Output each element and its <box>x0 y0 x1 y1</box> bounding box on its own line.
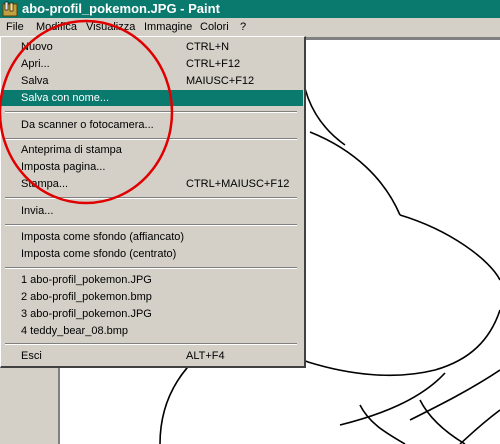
menu-item-sfondo-centrato[interactable]: Imposta come sfondo (centrato) <box>1 246 303 262</box>
menu-visualizza[interactable]: Visualizza <box>86 21 135 33</box>
menu-item-label: Salva con nome... <box>21 92 110 104</box>
menu-bar: File Modifica Visualizza Immagine Colori… <box>0 18 500 38</box>
menu-help[interactable]: ? <box>240 21 246 33</box>
menu-item-label: 3 abo-profil_pokemon.JPG <box>21 308 152 320</box>
menu-file[interactable]: File <box>6 21 24 33</box>
menu-item-label: Salva <box>21 75 49 87</box>
menu-item-label: 2 abo-profil_pokemon.bmp <box>21 291 152 303</box>
menu-item-salva[interactable]: Salva MAIUSC+F12 <box>1 73 303 89</box>
menu-separator <box>5 138 297 140</box>
menu-immagine[interactable]: Immagine <box>144 21 192 33</box>
menu-item-label: Esci <box>21 350 42 362</box>
menu-item-shortcut: CTRL+MAIUSC+F12 <box>186 178 290 190</box>
menu-item-esci[interactable]: Esci ALT+F4 <box>1 348 303 364</box>
menu-separator <box>5 224 297 226</box>
menu-item-shortcut: CTRL+F12 <box>186 58 241 70</box>
menu-item-anteprima[interactable]: Anteprima di stampa <box>1 142 303 158</box>
recent-file-1[interactable]: 1 abo-profil_pokemon.JPG <box>1 272 303 288</box>
menu-item-shortcut: ALT+F4 <box>186 350 225 362</box>
window-title: abo-profil_pokemon.JPG - Paint <box>22 1 220 16</box>
title-bar[interactable]: abo-profil_pokemon.JPG - Paint <box>0 0 500 18</box>
menu-item-label: Nuovo <box>21 41 53 53</box>
menu-modifica[interactable]: Modifica <box>36 21 77 33</box>
menu-item-salva-con-nome[interactable]: Salva con nome... <box>1 90 303 106</box>
menu-item-label: Imposta pagina... <box>21 161 106 173</box>
recent-file-3[interactable]: 3 abo-profil_pokemon.JPG <box>1 306 303 322</box>
menu-separator <box>5 343 297 345</box>
paint-app-icon[interactable] <box>2 1 18 17</box>
recent-file-2[interactable]: 2 abo-profil_pokemon.bmp <box>1 289 303 305</box>
menu-item-apri[interactable]: Apri... CTRL+F12 <box>1 56 303 72</box>
menu-item-label: Da scanner o fotocamera... <box>21 119 154 131</box>
menu-item-label: Stampa... <box>21 178 69 190</box>
menu-item-label: Apri... <box>21 58 50 70</box>
menu-item-scanner[interactable]: Da scanner o fotocamera... <box>1 117 303 133</box>
menu-item-label: Imposta come sfondo (centrato) <box>21 248 177 260</box>
menu-item-sfondo-affiancato[interactable]: Imposta come sfondo (affiancato) <box>1 229 303 245</box>
menu-separator <box>5 267 297 269</box>
menu-item-nuovo[interactable]: Nuovo CTRL+N <box>1 39 303 55</box>
menu-item-label: 1 abo-profil_pokemon.JPG <box>21 274 152 286</box>
menu-item-shortcut: CTRL+N <box>186 41 230 53</box>
menu-separator <box>5 197 297 199</box>
menu-item-shortcut: MAIUSC+F12 <box>186 75 255 87</box>
menu-item-imposta-pagina[interactable]: Imposta pagina... <box>1 159 303 175</box>
menu-item-label: Anteprima di stampa <box>21 144 122 156</box>
menu-separator <box>5 111 297 113</box>
file-menu: Nuovo CTRL+N Apri... CTRL+F12 Salva MAIU… <box>0 36 306 368</box>
menu-item-label: Imposta come sfondo (affiancato) <box>21 231 185 243</box>
menu-item-invia[interactable]: Invia... <box>1 203 303 219</box>
menu-item-stampa[interactable]: Stampa... CTRL+MAIUSC+F12 <box>1 176 303 192</box>
menu-item-label: 4 teddy_bear_08.bmp <box>21 325 129 337</box>
menu-colori[interactable]: Colori <box>200 21 229 33</box>
recent-file-4[interactable]: 4 teddy_bear_08.bmp <box>1 323 303 339</box>
menu-item-label: Invia... <box>21 205 54 217</box>
